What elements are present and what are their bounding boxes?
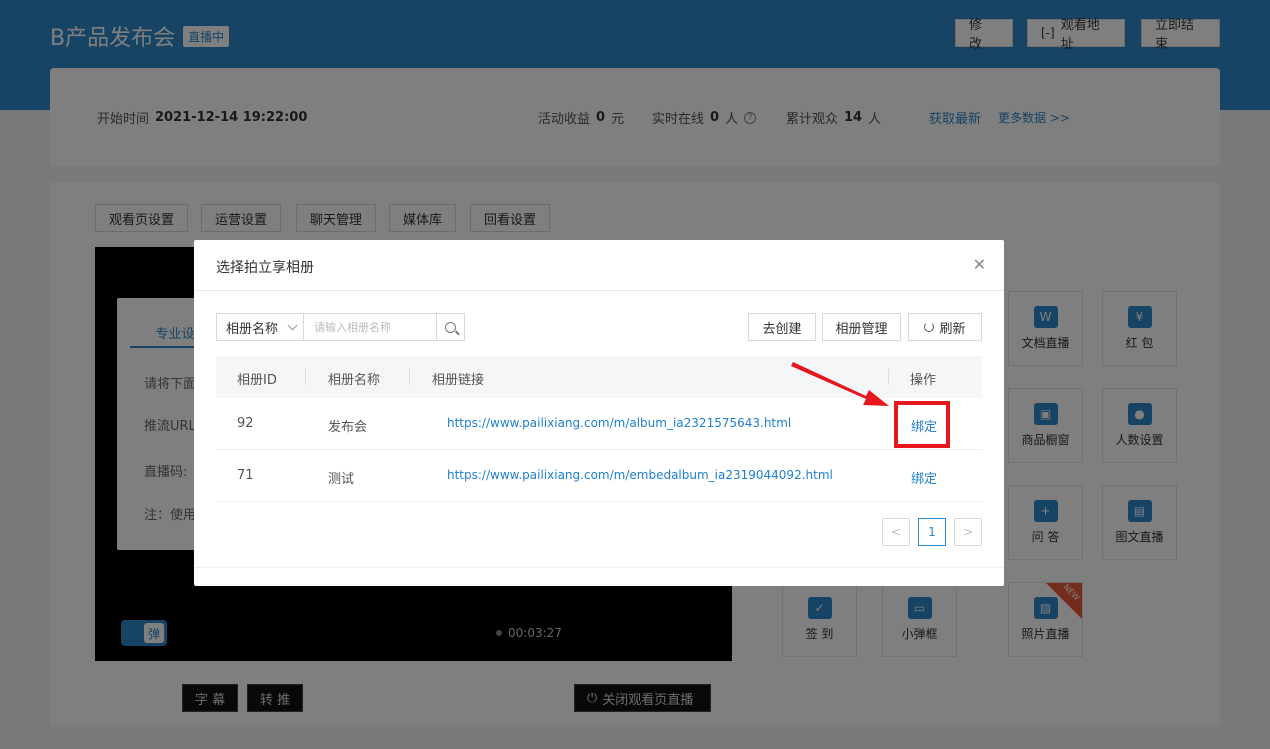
search-icon: [445, 321, 456, 333]
select-album-modal: 选择拍立享相册 ✕ 相册名称 去创建 相册管理 刷新 相册ID 相册名称 相册链…: [194, 240, 1004, 586]
album-name: 测试: [328, 472, 355, 487]
filter-field-select[interactable]: 相册名称: [216, 313, 304, 341]
modal-title: 选择拍立享相册: [216, 260, 314, 276]
highlight-box: [894, 401, 950, 448]
col-name: 相册名称: [328, 373, 381, 388]
album-link[interactable]: https://www.pailixiang.com/m/album_ia232…: [447, 416, 791, 430]
col-separator: [305, 369, 306, 385]
album-id: 92: [237, 416, 254, 431]
table-header: 相册ID 相册名称 相册链接 操作: [216, 356, 982, 398]
refresh-icon: [924, 322, 935, 332]
table-row: 92 发布会 https://www.pailixiang.com/m/albu…: [216, 398, 982, 450]
modal-footer-divider: [194, 567, 1004, 568]
filter-field-value: 相册名称: [226, 321, 279, 337]
prev-page-button[interactable]: <: [882, 518, 910, 546]
modal-divider: [194, 290, 1004, 291]
create-album-button[interactable]: 去创建: [748, 313, 816, 341]
album-link[interactable]: https://www.pailixiang.com/m/embedalbum_…: [447, 468, 833, 482]
table-row: 71 测试 https://www.pailixiang.com/m/embed…: [216, 450, 982, 502]
bind-button[interactable]: 绑定: [911, 468, 937, 487]
album-name: 发布会: [328, 420, 368, 435]
album-search-input[interactable]: [304, 313, 437, 341]
col-separator: [409, 369, 410, 385]
search-button[interactable]: [436, 313, 465, 341]
col-separator: [888, 369, 889, 385]
refresh-button[interactable]: 刷新: [908, 313, 982, 341]
album-manage-button[interactable]: 相册管理: [822, 313, 901, 341]
col-action: 操作: [910, 373, 937, 388]
col-id: 相册ID: [237, 373, 277, 388]
close-icon[interactable]: ✕: [973, 255, 986, 274]
page-1-button[interactable]: 1: [918, 518, 946, 546]
refresh-label: 刷新: [939, 321, 966, 337]
album-table: 相册ID 相册名称 相册链接 操作 92 发布会 https://www.pai…: [216, 356, 982, 502]
chevron-down-icon: [287, 320, 298, 331]
album-id: 71: [237, 468, 254, 483]
next-page-button[interactable]: >: [954, 518, 982, 546]
col-link: 相册链接: [432, 373, 485, 388]
